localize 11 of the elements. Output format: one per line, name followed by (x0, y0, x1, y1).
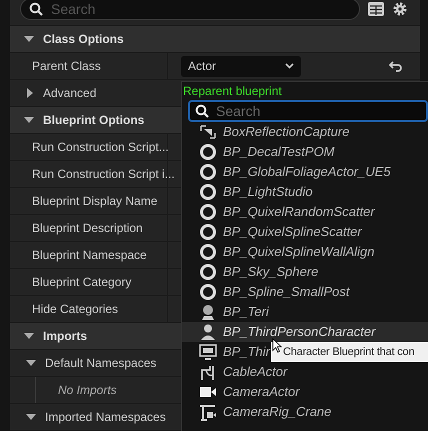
property-label: Run Construction Script... (32, 139, 169, 156)
tooltip: Character Blueprint that con (271, 342, 428, 362)
property-label: Hide Categories (32, 301, 118, 318)
property-label: Blueprint Display Name (32, 193, 158, 210)
property-label: Parent Class (32, 58, 101, 75)
property-label: Blueprint Category (32, 274, 132, 291)
empty-message: No Imports (58, 382, 117, 399)
property-label: Blueprint Namespace (32, 247, 147, 264)
menu-title: Reparent blueprint (182, 83, 283, 100)
property-label: Run Construction Script i... (32, 166, 175, 183)
property-label: Blueprint Description (32, 220, 143, 237)
